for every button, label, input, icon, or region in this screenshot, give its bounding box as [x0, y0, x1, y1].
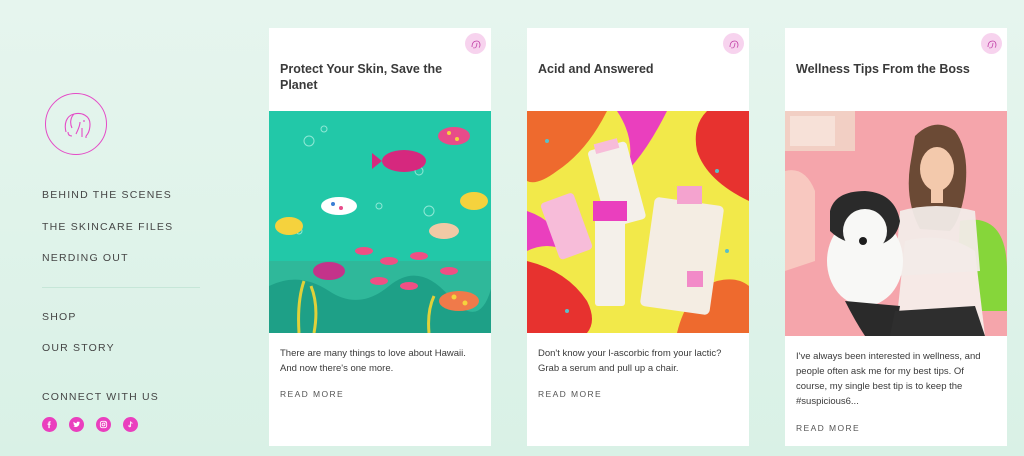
elephant-badge-icon	[723, 33, 744, 54]
article-card[interactable]: Protect Your Skin, Save the Planet There…	[269, 28, 491, 446]
nav-behind-the-scenes[interactable]: BEHIND THE SCENES	[42, 189, 172, 201]
read-more-link[interactable]: READ MORE	[280, 389, 344, 399]
nav-the-skincare-files[interactable]: THE SKINCARE FILES	[42, 221, 173, 233]
card-excerpt: Don't know your l-ascorbic from your lac…	[538, 348, 722, 374]
sidebar: BEHIND THE SCENES THE SKINCARE FILES NER…	[0, 0, 240, 456]
read-more-link[interactable]: READ MORE	[538, 389, 602, 399]
connect-with-us-label: CONNECT WITH US	[42, 391, 159, 403]
article-card[interactable]: Wellness Tips From the Boss I've always …	[785, 28, 1007, 446]
nav-our-story[interactable]: OUR STORY	[42, 342, 115, 354]
twitter-icon[interactable]	[69, 417, 84, 432]
read-more-link[interactable]: READ MORE	[796, 423, 860, 433]
card-title[interactable]: Acid and Answered	[538, 61, 736, 77]
woman-with-dog-illustration[interactable]	[785, 111, 1007, 336]
tiktok-icon[interactable]	[123, 417, 138, 432]
nav-nerding-out[interactable]: NERDING OUT	[42, 252, 129, 264]
sidebar-divider	[42, 287, 200, 288]
elephant-badge-icon	[465, 33, 486, 54]
card-excerpt: There are many things to love about Hawa…	[280, 348, 466, 374]
brand-logo[interactable]	[45, 93, 107, 155]
instagram-icon[interactable]	[96, 417, 111, 432]
card-title[interactable]: Wellness Tips From the Boss	[796, 61, 994, 77]
elephant-logo-icon	[64, 112, 91, 138]
skincare-products-illustration[interactable]	[527, 111, 749, 333]
facebook-icon[interactable]	[42, 417, 57, 432]
article-card[interactable]: Acid and Answered Don't know your l-asco…	[527, 28, 749, 446]
elephant-badge-icon	[981, 33, 1002, 54]
card-title[interactable]: Protect Your Skin, Save the Planet	[280, 61, 478, 93]
nav-shop[interactable]: SHOP	[42, 311, 77, 323]
underwater-fish-illustration[interactable]	[269, 111, 491, 333]
card-excerpt: I've always been interested in wellness,…	[796, 351, 981, 407]
